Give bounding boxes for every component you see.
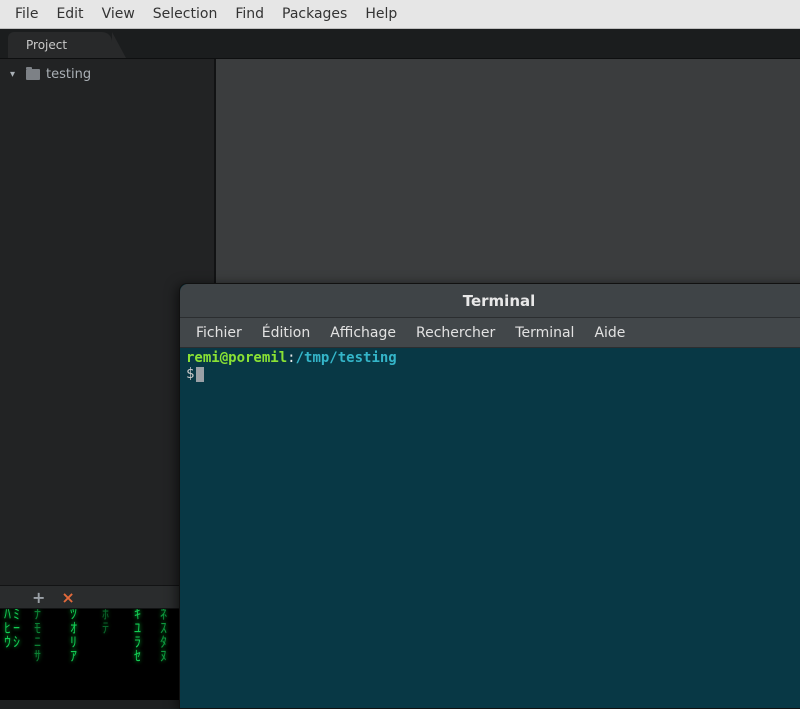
term-menu-affichage[interactable]: Affichage [320,321,406,345]
terminal-titlebar[interactable]: Terminal [180,284,800,318]
term-menu-edition[interactable]: Édition [252,321,320,345]
menu-help[interactable]: Help [356,2,406,26]
term-menu-rechercher[interactable]: Rechercher [406,321,505,345]
terminal-cursor [196,367,204,382]
menu-edit[interactable]: Edit [47,2,92,26]
terminal-prompt-symbol: $ [186,366,194,382]
close-project-icon[interactable]: × [61,588,74,607]
terminal-menubar: Fichier Édition Affichage Rechercher Ter… [180,318,800,348]
editor-menubar: File Edit View Selection Find Packages H… [0,0,800,29]
tab-project-label: Project [26,38,67,52]
terminal-body[interactable]: remi@poremil:/tmp/testing $ [180,348,800,708]
editor-tab-strip: Project [0,29,800,59]
terminal-path: /tmp/testing [296,350,397,366]
menu-view[interactable]: View [93,2,144,26]
terminal-prompt-line1: remi@poremil:/tmp/testing [186,350,800,366]
term-menu-aide[interactable]: Aide [584,321,635,345]
menu-file[interactable]: File [6,2,47,26]
folder-icon [26,69,40,80]
terminal-window[interactable]: Terminal Fichier Édition Affichage Reche… [179,283,800,709]
add-project-folder-icon[interactable]: + [32,588,45,607]
tree-folder-label: testing [46,67,91,82]
terminal-title: Terminal [463,292,536,310]
term-menu-fichier[interactable]: Fichier [186,321,252,345]
tab-project[interactable]: Project [8,32,112,58]
terminal-user-host: remi@poremil [186,350,287,366]
tree-disclosure-icon[interactable]: ▾ [10,69,20,80]
menu-selection[interactable]: Selection [144,2,227,26]
tree-row-root[interactable]: ▾ testing [6,65,208,84]
term-menu-terminal[interactable]: Terminal [505,321,584,345]
terminal-prompt-line2: $ [186,366,800,382]
terminal-separator: : [287,350,295,366]
menu-packages[interactable]: Packages [273,2,356,26]
menu-find[interactable]: Find [226,2,273,26]
